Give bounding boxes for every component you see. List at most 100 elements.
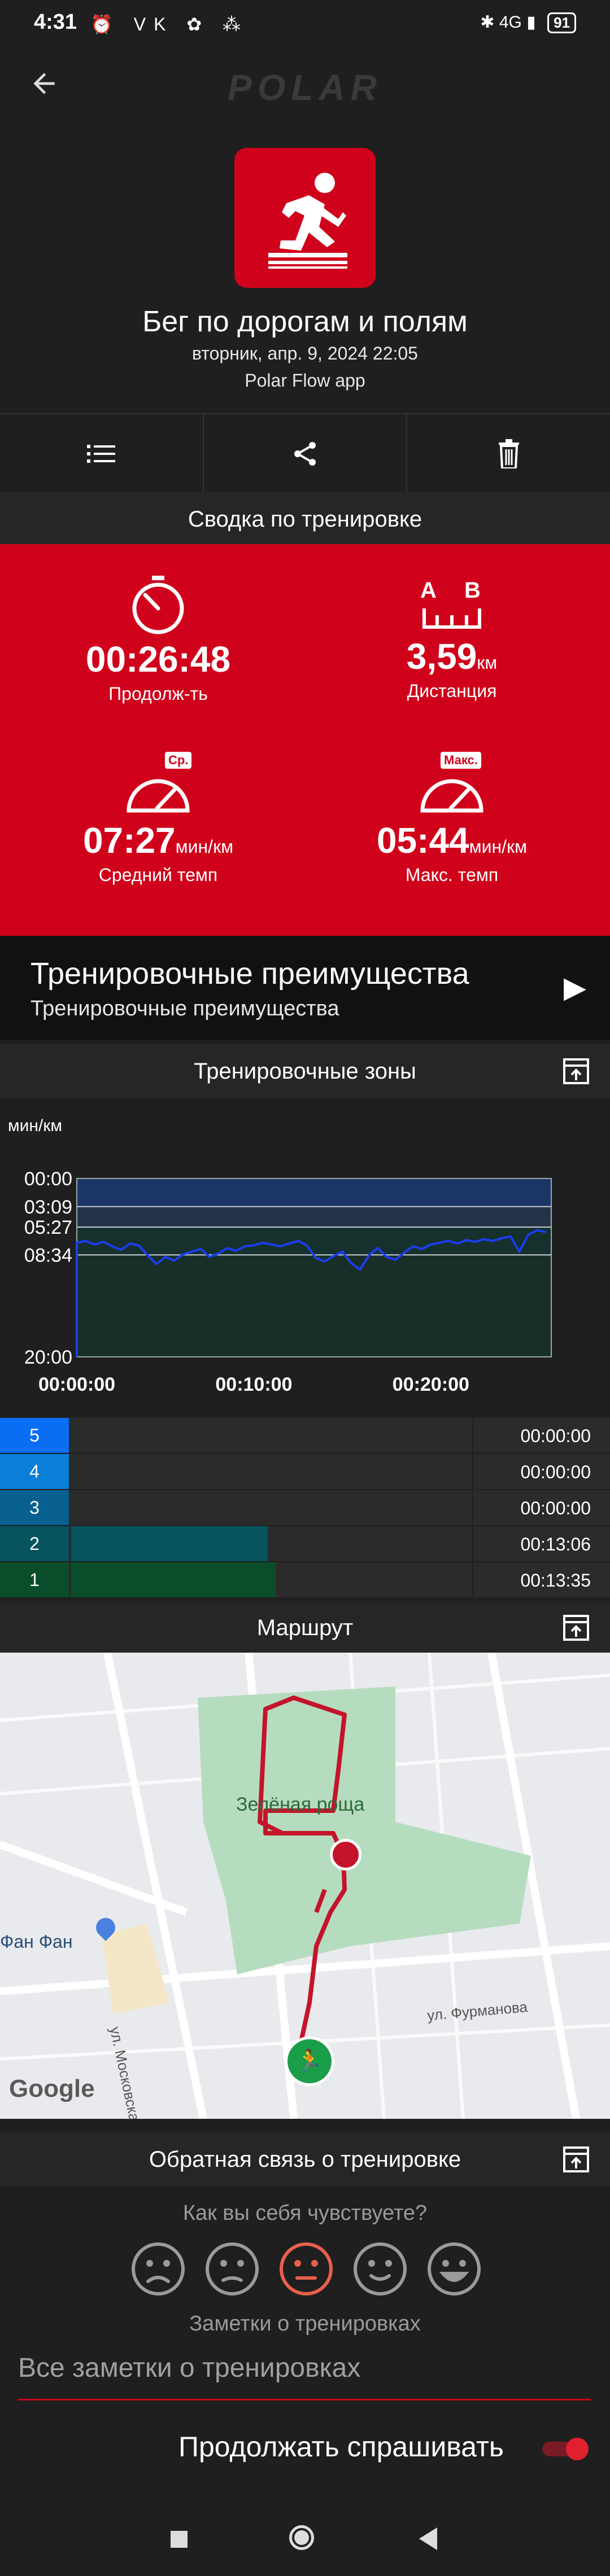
zone-time-bar	[71, 1526, 268, 1561]
very-happy-face-icon[interactable]	[426, 2241, 482, 2297]
feedback-header: Обратная связь о тренировке	[0, 2132, 610, 2187]
y-tick-label: 00:00	[24, 1168, 72, 1190]
notification-icons: ⏰ VK ✿ ⁂	[90, 14, 249, 34]
zone-divider	[472, 1526, 473, 1561]
summary-panel: 00:26:48 Продолж-ть A B 3,59км Дистанция…	[0, 544, 610, 936]
route-end-marker[interactable]	[330, 1839, 361, 1870]
keep-asking-label: Продолжать спрашивать	[178, 2431, 504, 2463]
distance-label: Дистанция	[407, 681, 497, 701]
avg-pace-value: 07:27	[82, 820, 176, 861]
max-pace-unit: мин/км	[469, 836, 528, 857]
x-tick-label: 00:10:00	[215, 1374, 292, 1395]
route-start-marker[interactable]: 🏃	[285, 2036, 334, 2086]
workout-title: Бег по дорогам и полям	[142, 305, 468, 338]
system-icons: ✱ 4G ▮ 91	[480, 12, 576, 33]
distance-icon: A B	[299, 573, 604, 636]
zone-band	[77, 1206, 551, 1228]
zone-number: 1	[0, 1562, 69, 1597]
zone-band	[77, 1179, 551, 1207]
notes-label: Заметки о тренировках	[189, 2312, 421, 2336]
zones-table: 5 00:00:00 4 00:00:00 3 00:00:00 2 00:13:06 1 00:…	[0, 1418, 610, 1598]
home-icon	[294, 2530, 309, 2545]
distance-stat: A B 3,59км Дистанция	[299, 573, 604, 702]
expand-icon[interactable]	[563, 1614, 590, 1641]
max-pace-stat: Макс. 05:44мин/км Макс. темп	[299, 752, 604, 886]
speedometer-icon	[127, 779, 190, 813]
y-tick-label: 03:09	[24, 1197, 72, 1218]
home-button[interactable]	[289, 2525, 314, 2550]
delete-button[interactable]	[407, 414, 610, 493]
y-tick-label: 05:27	[24, 1217, 72, 1238]
recents-button[interactable]	[171, 2531, 188, 2548]
chart-ylabel: мин/км	[8, 1116, 62, 1135]
very-sad-face-icon[interactable]	[130, 2241, 186, 2297]
x-tick-label: 00:00:00	[38, 1374, 115, 1395]
battery-icon: 91	[547, 12, 576, 33]
arrow-left-icon	[33, 73, 55, 94]
toggle-switch-icon	[542, 2438, 589, 2460]
max-pace-value: 05:44	[376, 820, 469, 861]
avg-pace-label: Средний темп	[98, 865, 218, 885]
list-icon	[87, 445, 116, 463]
y-tick-label: 08:34	[24, 1245, 72, 1266]
route-header: Маршрут	[0, 1601, 610, 1655]
status-bar: 4:31 ⏰ VK ✿ ⁂ ✱ 4G ▮ 91	[0, 0, 610, 51]
feedback-heading: Обратная связь о тренировке	[149, 2146, 461, 2172]
pace-chart-svg: мин/км 00:00 03:0905:27 08:34 20:00 00:00:00 0…	[8, 1116, 552, 1395]
trash-icon	[498, 439, 519, 468]
avg-pace-stat: Ср. 07:27мин/км Средний темп	[6, 752, 311, 886]
max-pace-label: Макс. темп	[405, 865, 499, 885]
summary-heading: Сводка по тренировке	[188, 506, 422, 532]
zone-divider	[472, 1418, 473, 1453]
x-tick-label: 00:20:00	[393, 1374, 469, 1395]
duration-label: Продолж-ть	[108, 684, 208, 704]
polar-logo: POLAR	[228, 67, 382, 108]
zones-header: Тренировочные зоны	[0, 1044, 610, 1098]
place-label: Фан Фан	[0, 1931, 73, 1952]
notes-input[interactable]: Все заметки о тренировках	[18, 2352, 591, 2400]
avg-badge: Ср.	[165, 752, 192, 769]
summary-header: Сводка по тренировке	[0, 492, 610, 546]
sad-face-icon[interactable]	[204, 2241, 260, 2297]
zone-band	[77, 1255, 551, 1357]
route-heading: Маршрут	[256, 1615, 354, 1640]
zone-row: 4 00:00:00	[0, 1454, 610, 1489]
neutral-face-icon[interactable]	[278, 2241, 334, 2297]
duration-value: 00:26:48	[85, 639, 231, 680]
action-bar	[0, 413, 610, 494]
list-button[interactable]	[0, 414, 204, 493]
happy-face-icon[interactable]	[352, 2241, 408, 2297]
google-logo: Google	[9, 2075, 95, 2102]
sport-icon-tile	[234, 148, 376, 288]
expand-icon[interactable]	[563, 2146, 590, 2173]
route-map[interactable]: Зелёная роща Фан Фан ул. Московская ул. …	[0, 1653, 610, 2119]
benefit-title: Тренировочные преимущества	[30, 957, 469, 991]
zone-time: 00:00:00	[520, 1426, 591, 1446]
back-button[interactable]	[28, 68, 60, 107]
workout-date: вторник, апр. 9, 2024 22:05	[192, 343, 418, 363]
back-nav-button[interactable]	[419, 2527, 437, 2550]
zone-divider	[472, 1454, 473, 1489]
share-icon	[294, 442, 316, 466]
system-nav-bar	[0, 2506, 610, 2576]
stopwatch-icon	[132, 576, 184, 634]
zone-divider	[472, 1490, 473, 1525]
avg-pace-icon: Ср.	[6, 752, 311, 820]
status-time: 4:31	[34, 10, 77, 34]
y-tick-label: 20:00	[24, 1347, 72, 1368]
zone-time: 00:00:00	[520, 1498, 591, 1518]
distance-icon-a: A	[420, 578, 437, 603]
expand-icon[interactable]	[563, 1058, 590, 1085]
share-button[interactable]	[204, 414, 408, 493]
workout-source: Polar Flow app	[245, 370, 365, 391]
distance-unit: км	[477, 652, 498, 673]
zone-number: 4	[0, 1454, 69, 1489]
training-benefit-card[interactable]: Тренировочные преимущества Тренировочные…	[0, 936, 610, 1040]
keep-asking-toggle[interactable]	[540, 2436, 592, 2461]
signal-icons: ✱ 4G ▮	[480, 13, 536, 32]
zone-row: 1 00:13:35	[0, 1562, 610, 1597]
benefit-subtitle: Тренировочные преимущества	[30, 997, 339, 1020]
distance-value: 3,59	[406, 636, 477, 677]
max-pace-icon: Макс.	[299, 752, 604, 820]
zone-number: 5	[0, 1418, 69, 1453]
